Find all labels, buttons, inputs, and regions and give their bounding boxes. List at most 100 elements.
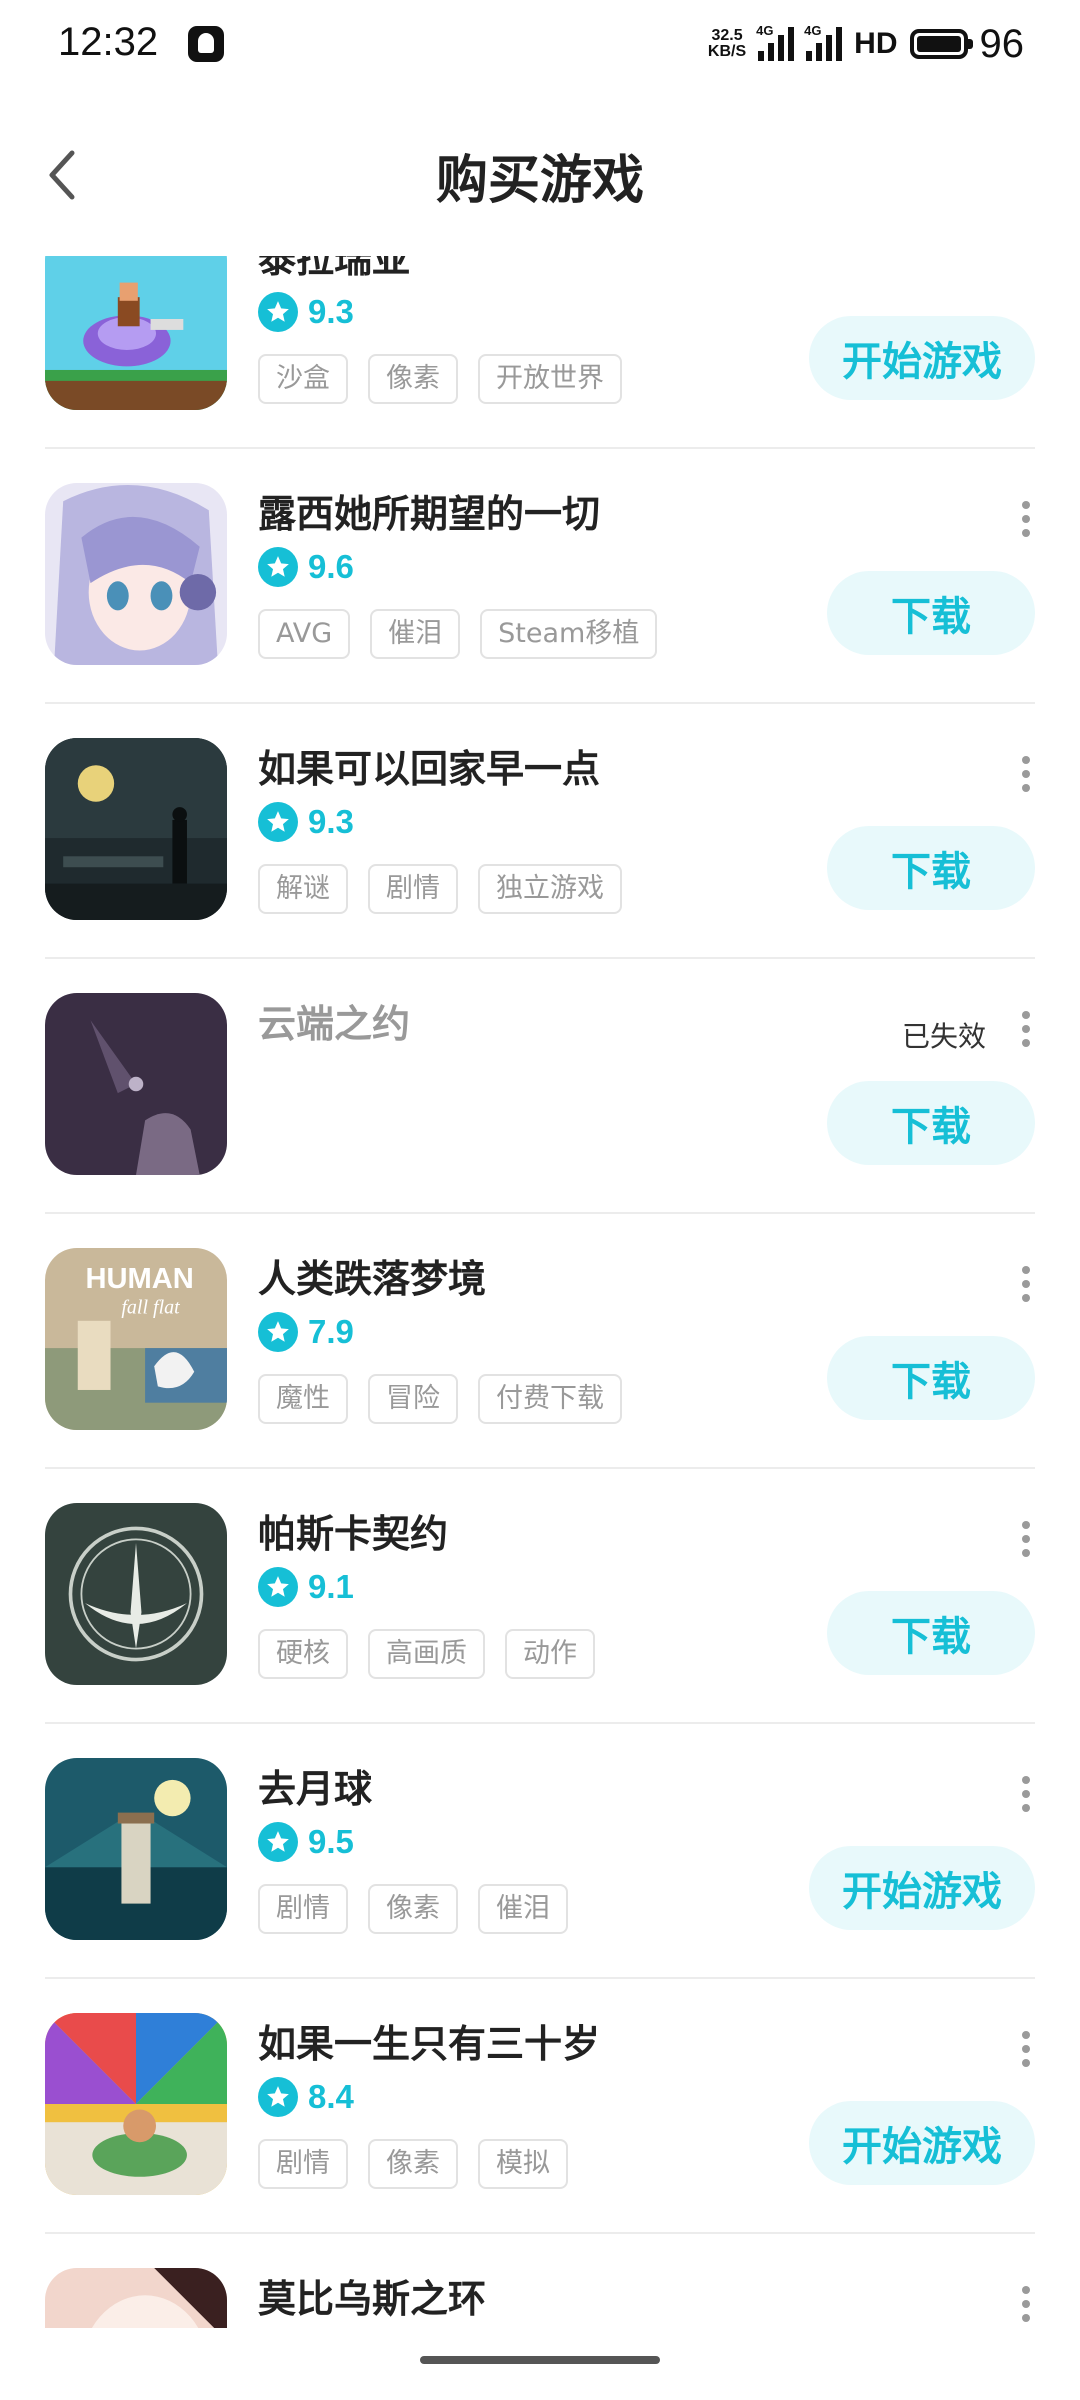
tag-list: 沙盒 像素 开放世界 xyxy=(258,354,622,404)
terraria-thumbnail xyxy=(45,256,227,410)
status-indicators: 32.5 KB/S 4G 4G HD 96 xyxy=(708,22,1024,66)
rating: 8.4 xyxy=(258,2077,354,2117)
more-options-icon[interactable] xyxy=(1020,1266,1032,1306)
status-bar: 12:32 32.5 KB/S 4G 4G HD 96 xyxy=(0,0,1080,90)
more-options-icon[interactable] xyxy=(1020,501,1032,541)
tag-list: 解谜 剧情 独立游戏 xyxy=(258,864,622,914)
download-button[interactable]: 下载 xyxy=(827,826,1035,910)
rating-value: 7.9 xyxy=(308,1313,354,1350)
rating-value: 9.5 xyxy=(308,1823,354,1860)
start-game-button[interactable]: 开始游戏 xyxy=(809,316,1035,400)
tag-list: AVG 催泪 Steam移植 xyxy=(258,609,658,659)
page-title: 购买游戏 xyxy=(435,151,644,211)
more-options-icon[interactable] xyxy=(1020,1521,1032,1561)
rating: 7.9 xyxy=(258,1312,354,1352)
hd-indicator: HD xyxy=(854,27,898,60)
tag[interactable]: 催泪 xyxy=(370,609,461,659)
rating-value: 8.4 xyxy=(308,2078,354,2115)
tag[interactable]: 开放世界 xyxy=(478,354,622,404)
list-item[interactable]: HUMAN fall flat 人类跌落梦境 7.9 魔性 冒险 付费下载 下载 xyxy=(0,1214,1080,1469)
tag-list: 魔性 冒险 付费下载 xyxy=(258,1374,622,1424)
game-list: 泰拉瑞亚 9.3 沙盒 像素 开放世界 开始游戏 露西她所期望的一切 9.6 A… xyxy=(0,256,1080,2328)
download-button[interactable]: 下载 xyxy=(827,1336,1035,1420)
list-item[interactable]: 如果一生只有三十岁 8.4 剧情 像素 模拟 开始游戏 xyxy=(0,1979,1080,2234)
tag[interactable]: AVG xyxy=(258,609,351,659)
pascal-thumbnail xyxy=(45,1503,227,1685)
download-button[interactable]: 下载 xyxy=(827,571,1035,655)
game-title[interactable]: 泰拉瑞亚 xyxy=(258,256,410,283)
list-item[interactable]: 去月球 9.5 剧情 像素 催泪 开始游戏 xyxy=(0,1724,1080,1979)
cloud-date-thumbnail xyxy=(45,993,227,1175)
star-icon xyxy=(258,292,298,332)
tag-list: 剧情 像素 模拟 xyxy=(258,2139,568,2189)
notification-icon xyxy=(188,26,224,62)
tag[interactable]: 像素 xyxy=(368,1884,458,1934)
game-title[interactable]: 人类跌落梦境 xyxy=(258,1248,486,1303)
svg-text:fall flat: fall flat xyxy=(121,1297,180,1319)
download-button[interactable]: 下载 xyxy=(827,1591,1035,1675)
tag[interactable]: 独立游戏 xyxy=(478,864,622,914)
game-title[interactable]: 云端之约 xyxy=(258,993,410,1048)
star-icon xyxy=(258,1312,298,1352)
tag-list: 硬核 高画质 动作 xyxy=(258,1629,595,1679)
more-options-icon[interactable] xyxy=(1020,756,1032,796)
signal-icon-2: 4G xyxy=(804,23,843,61)
home-indicator[interactable] xyxy=(420,2356,660,2364)
game-title[interactable]: 莫比乌斯之环 xyxy=(258,2268,486,2323)
rating: 9.3 xyxy=(258,292,354,332)
rating: 9.6 xyxy=(258,547,354,587)
start-game-button[interactable]: 开始游戏 xyxy=(809,1846,1035,1930)
tag[interactable]: 像素 xyxy=(368,354,458,404)
tag[interactable]: 冒险 xyxy=(368,1374,458,1424)
tag[interactable]: 剧情 xyxy=(368,864,458,914)
rating: 9.5 xyxy=(258,1822,354,1862)
rating-value: 9.3 xyxy=(308,293,354,330)
rating-value: 9.3 xyxy=(308,803,354,840)
tag[interactable]: 像素 xyxy=(368,2139,458,2189)
expired-status: 已失效 xyxy=(901,1020,986,1053)
list-item[interactable]: 泰拉瑞亚 9.3 沙盒 像素 开放世界 开始游戏 xyxy=(0,256,1080,449)
tag[interactable]: 剧情 xyxy=(258,1884,348,1934)
download-button[interactable]: 下载 xyxy=(827,1081,1035,1165)
more-options-icon[interactable] xyxy=(1020,1776,1032,1816)
game-title[interactable]: 如果一生只有三十岁 xyxy=(258,2013,600,2068)
tag[interactable]: 沙盒 xyxy=(258,354,348,404)
game-title[interactable]: 露西她所期望的一切 xyxy=(258,483,600,538)
list-item[interactable]: 如果可以回家早一点 9.3 解谜 剧情 独立游戏 下载 xyxy=(0,704,1080,959)
star-icon xyxy=(258,1567,298,1607)
human-fall-flat-thumbnail: HUMAN fall flat xyxy=(45,1248,227,1430)
more-options-icon[interactable] xyxy=(1020,1011,1032,1051)
game-list-viewport[interactable]: 泰拉瑞亚 9.3 沙盒 像素 开放世界 开始游戏 露西她所期望的一切 9.6 A… xyxy=(0,256,1080,2328)
tag[interactable]: 模拟 xyxy=(478,2139,568,2189)
tag[interactable]: 付费下载 xyxy=(478,1374,622,1424)
list-item[interactable]: 云端之约 已失效 下载 xyxy=(0,959,1080,1214)
more-options-icon[interactable] xyxy=(1020,2031,1032,2071)
star-icon xyxy=(258,547,298,587)
rating-value: 9.1 xyxy=(308,1568,354,1605)
home-early-thumbnail xyxy=(45,738,227,920)
star-icon xyxy=(258,1822,298,1862)
mobius-thumbnail xyxy=(45,2268,227,2328)
status-time: 12:32 xyxy=(58,20,159,64)
tag[interactable]: Steam移植 xyxy=(480,609,658,659)
tag[interactable]: 解谜 xyxy=(258,864,348,914)
more-options-icon[interactable] xyxy=(1020,2286,1032,2326)
tag[interactable]: 高画质 xyxy=(368,1629,485,1679)
tag[interactable]: 硬核 xyxy=(258,1629,348,1679)
start-game-button[interactable]: 开始游戏 xyxy=(809,2101,1035,2185)
tag[interactable]: 催泪 xyxy=(478,1884,568,1934)
to-the-moon-thumbnail xyxy=(45,1758,227,1940)
game-title[interactable]: 帕斯卡契约 xyxy=(258,1503,448,1558)
list-item[interactable]: 莫比乌斯之环 xyxy=(0,2234,1080,2328)
game-title[interactable]: 如果可以回家早一点 xyxy=(258,738,600,793)
lucy-thumbnail xyxy=(45,483,227,665)
battery-icon xyxy=(909,29,973,59)
tag[interactable]: 动作 xyxy=(505,1629,595,1679)
tag[interactable]: 魔性 xyxy=(258,1374,348,1424)
star-icon xyxy=(258,802,298,842)
list-item[interactable]: 帕斯卡契约 9.1 硬核 高画质 动作 下载 xyxy=(0,1469,1080,1724)
svg-text:HUMAN: HUMAN xyxy=(85,1263,193,1295)
game-title[interactable]: 去月球 xyxy=(258,1758,372,1813)
tag[interactable]: 剧情 xyxy=(258,2139,348,2189)
list-item[interactable]: 露西她所期望的一切 9.6 AVG 催泪 Steam移植 下载 xyxy=(0,449,1080,704)
